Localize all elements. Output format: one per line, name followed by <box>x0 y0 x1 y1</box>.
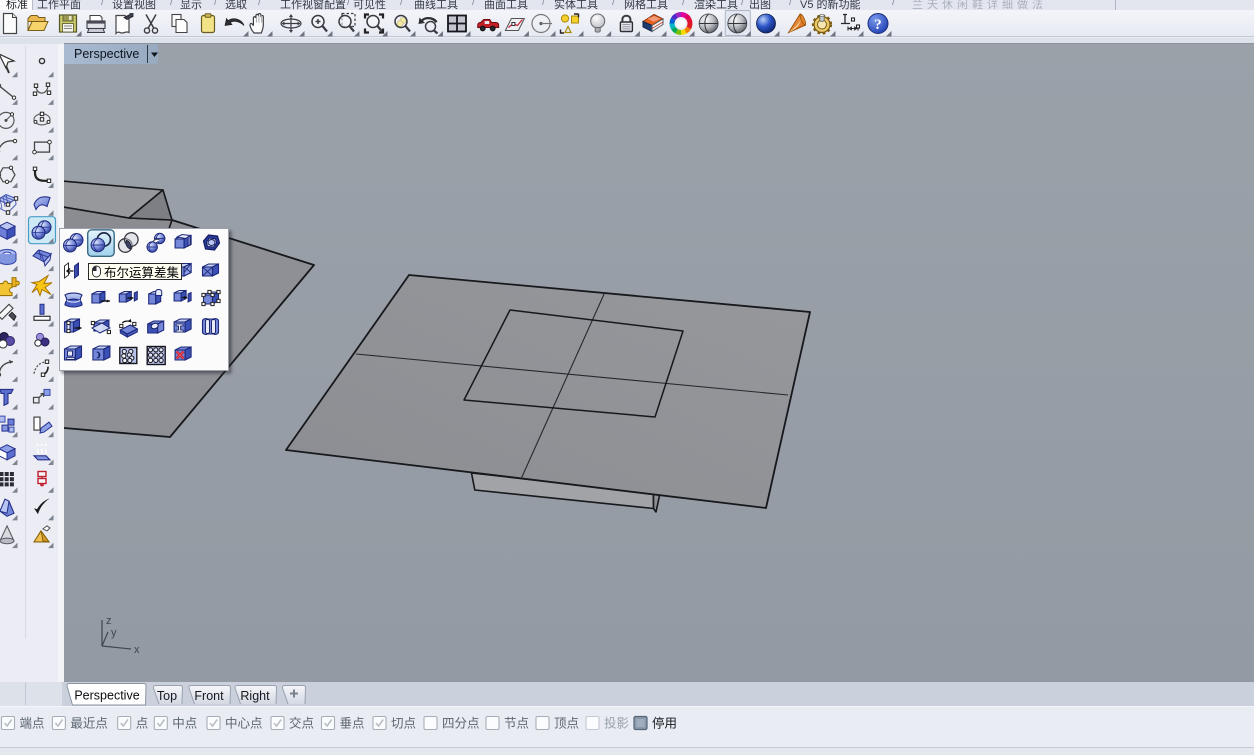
svg-text:中点: 中点 <box>172 716 197 731</box>
svg-text:四分点: 四分点 <box>442 717 480 731</box>
svg-text:Right: Right <box>240 689 270 703</box>
svg-text:节点: 节点 <box>504 717 529 731</box>
svg-text:x: x <box>134 644 140 656</box>
svg-text:Perspective: Perspective <box>74 689 139 703</box>
svg-text:y: y <box>111 627 117 639</box>
svg-text:停用: 停用 <box>652 716 677 731</box>
svg-text:顶点: 顶点 <box>554 717 579 731</box>
svg-text:最近点: 最近点 <box>70 717 108 731</box>
svg-text:切点: 切点 <box>391 717 416 731</box>
svg-text:Front: Front <box>194 689 224 703</box>
svg-text:z: z <box>106 615 112 627</box>
svg-text:Top: Top <box>157 689 177 703</box>
svg-text:端点: 端点 <box>20 717 45 731</box>
svg-text:点: 点 <box>136 717 149 731</box>
svg-text:交点: 交点 <box>289 716 314 731</box>
svg-text:中心点: 中心点 <box>225 716 263 731</box>
svg-text:垂点: 垂点 <box>340 717 365 731</box>
svg-text:投影: 投影 <box>604 716 630 731</box>
svg-text:?: ? <box>874 17 882 33</box>
